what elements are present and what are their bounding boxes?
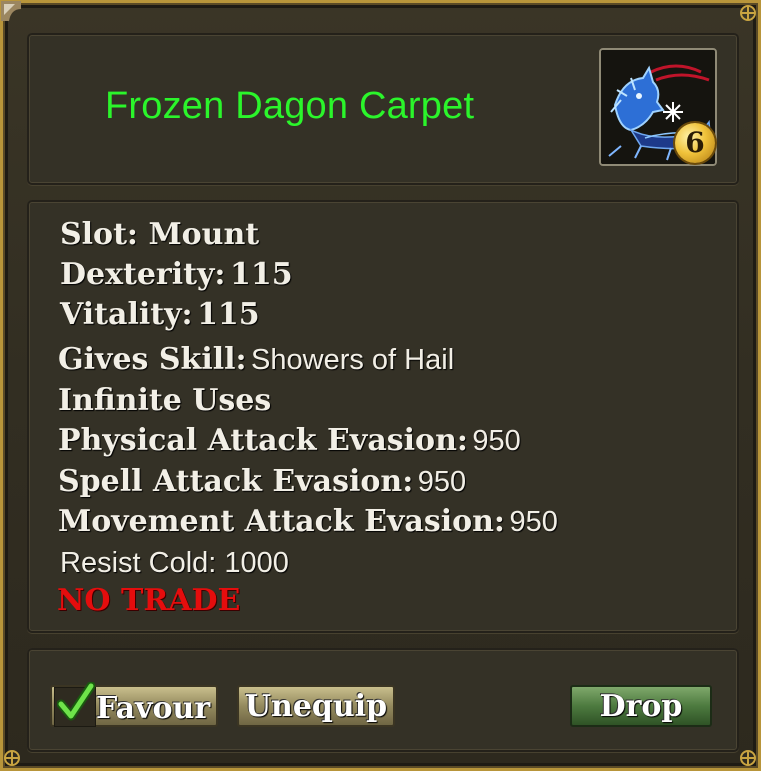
stat-physical-evasion-value: 950: [472, 425, 521, 457]
checkmark-icon: [57, 682, 95, 721]
stat-slot: Slot: Mount: [60, 217, 259, 252]
stat-slot-label: Slot: Mount: [60, 217, 260, 252]
corner-ornament-icon: [1, 1, 23, 23]
stat-infinite-uses-label: Infinite Uses: [58, 383, 272, 418]
stat-spell-evasion-label: Spell Attack Evasion:: [58, 464, 414, 499]
stat-dexterity-label: Dexterity:: [60, 257, 226, 292]
stat-vitality-value: 115: [197, 297, 260, 332]
no-trade-warning: NO TRADE: [57, 583, 241, 618]
favour-checkbox[interactable]: [54, 682, 96, 727]
stat-gives-skill-label: Gives Skill:: [58, 342, 247, 377]
item-level-badge: 6: [675, 123, 715, 163]
stat-spell-evasion: Spell Attack Evasion: 950: [58, 464, 466, 499]
stat-movement-evasion-label: Movement Attack Evasion:: [58, 504, 505, 539]
item-tooltip-window: Frozen Dagon Carpet 6 Slot: Mount Dexter…: [0, 0, 761, 771]
stat-movement-evasion-value: 950: [509, 506, 558, 538]
stat-gives-skill: Gives Skill: Showers of Hail: [58, 342, 454, 377]
stat-infinite-uses: Infinite Uses: [58, 383, 271, 418]
favour-label: Favour: [96, 691, 211, 726]
stat-dexterity: Dexterity: 115: [60, 257, 293, 292]
corner-ornament-icon: [736, 746, 758, 768]
stat-vitality: Vitality: 115: [60, 297, 260, 332]
favour-button[interactable]: Favour: [50, 682, 218, 727]
stat-vitality-label: Vitality:: [60, 297, 193, 332]
item-name: Frozen Dagon Carpet: [105, 85, 475, 127]
stat-spell-evasion-value: 950: [417, 466, 467, 498]
stat-resist-cold: Resist Cold: 1000: [60, 547, 289, 579]
stat-dexterity-value: 115: [229, 257, 293, 292]
drop-button[interactable]: Drop: [570, 685, 712, 727]
corner-ornament-icon: [3, 746, 25, 768]
stat-physical-evasion-label: Physical Attack Evasion:: [58, 423, 468, 458]
stat-physical-evasion: Physical Attack Evasion: 950: [58, 423, 521, 458]
stat-movement-evasion: Movement Attack Evasion: 950: [58, 504, 558, 539]
unequip-button[interactable]: Unequip: [237, 685, 395, 727]
corner-ornament-icon: [736, 3, 758, 25]
stat-gives-skill-value: Showers of Hail: [251, 344, 455, 376]
